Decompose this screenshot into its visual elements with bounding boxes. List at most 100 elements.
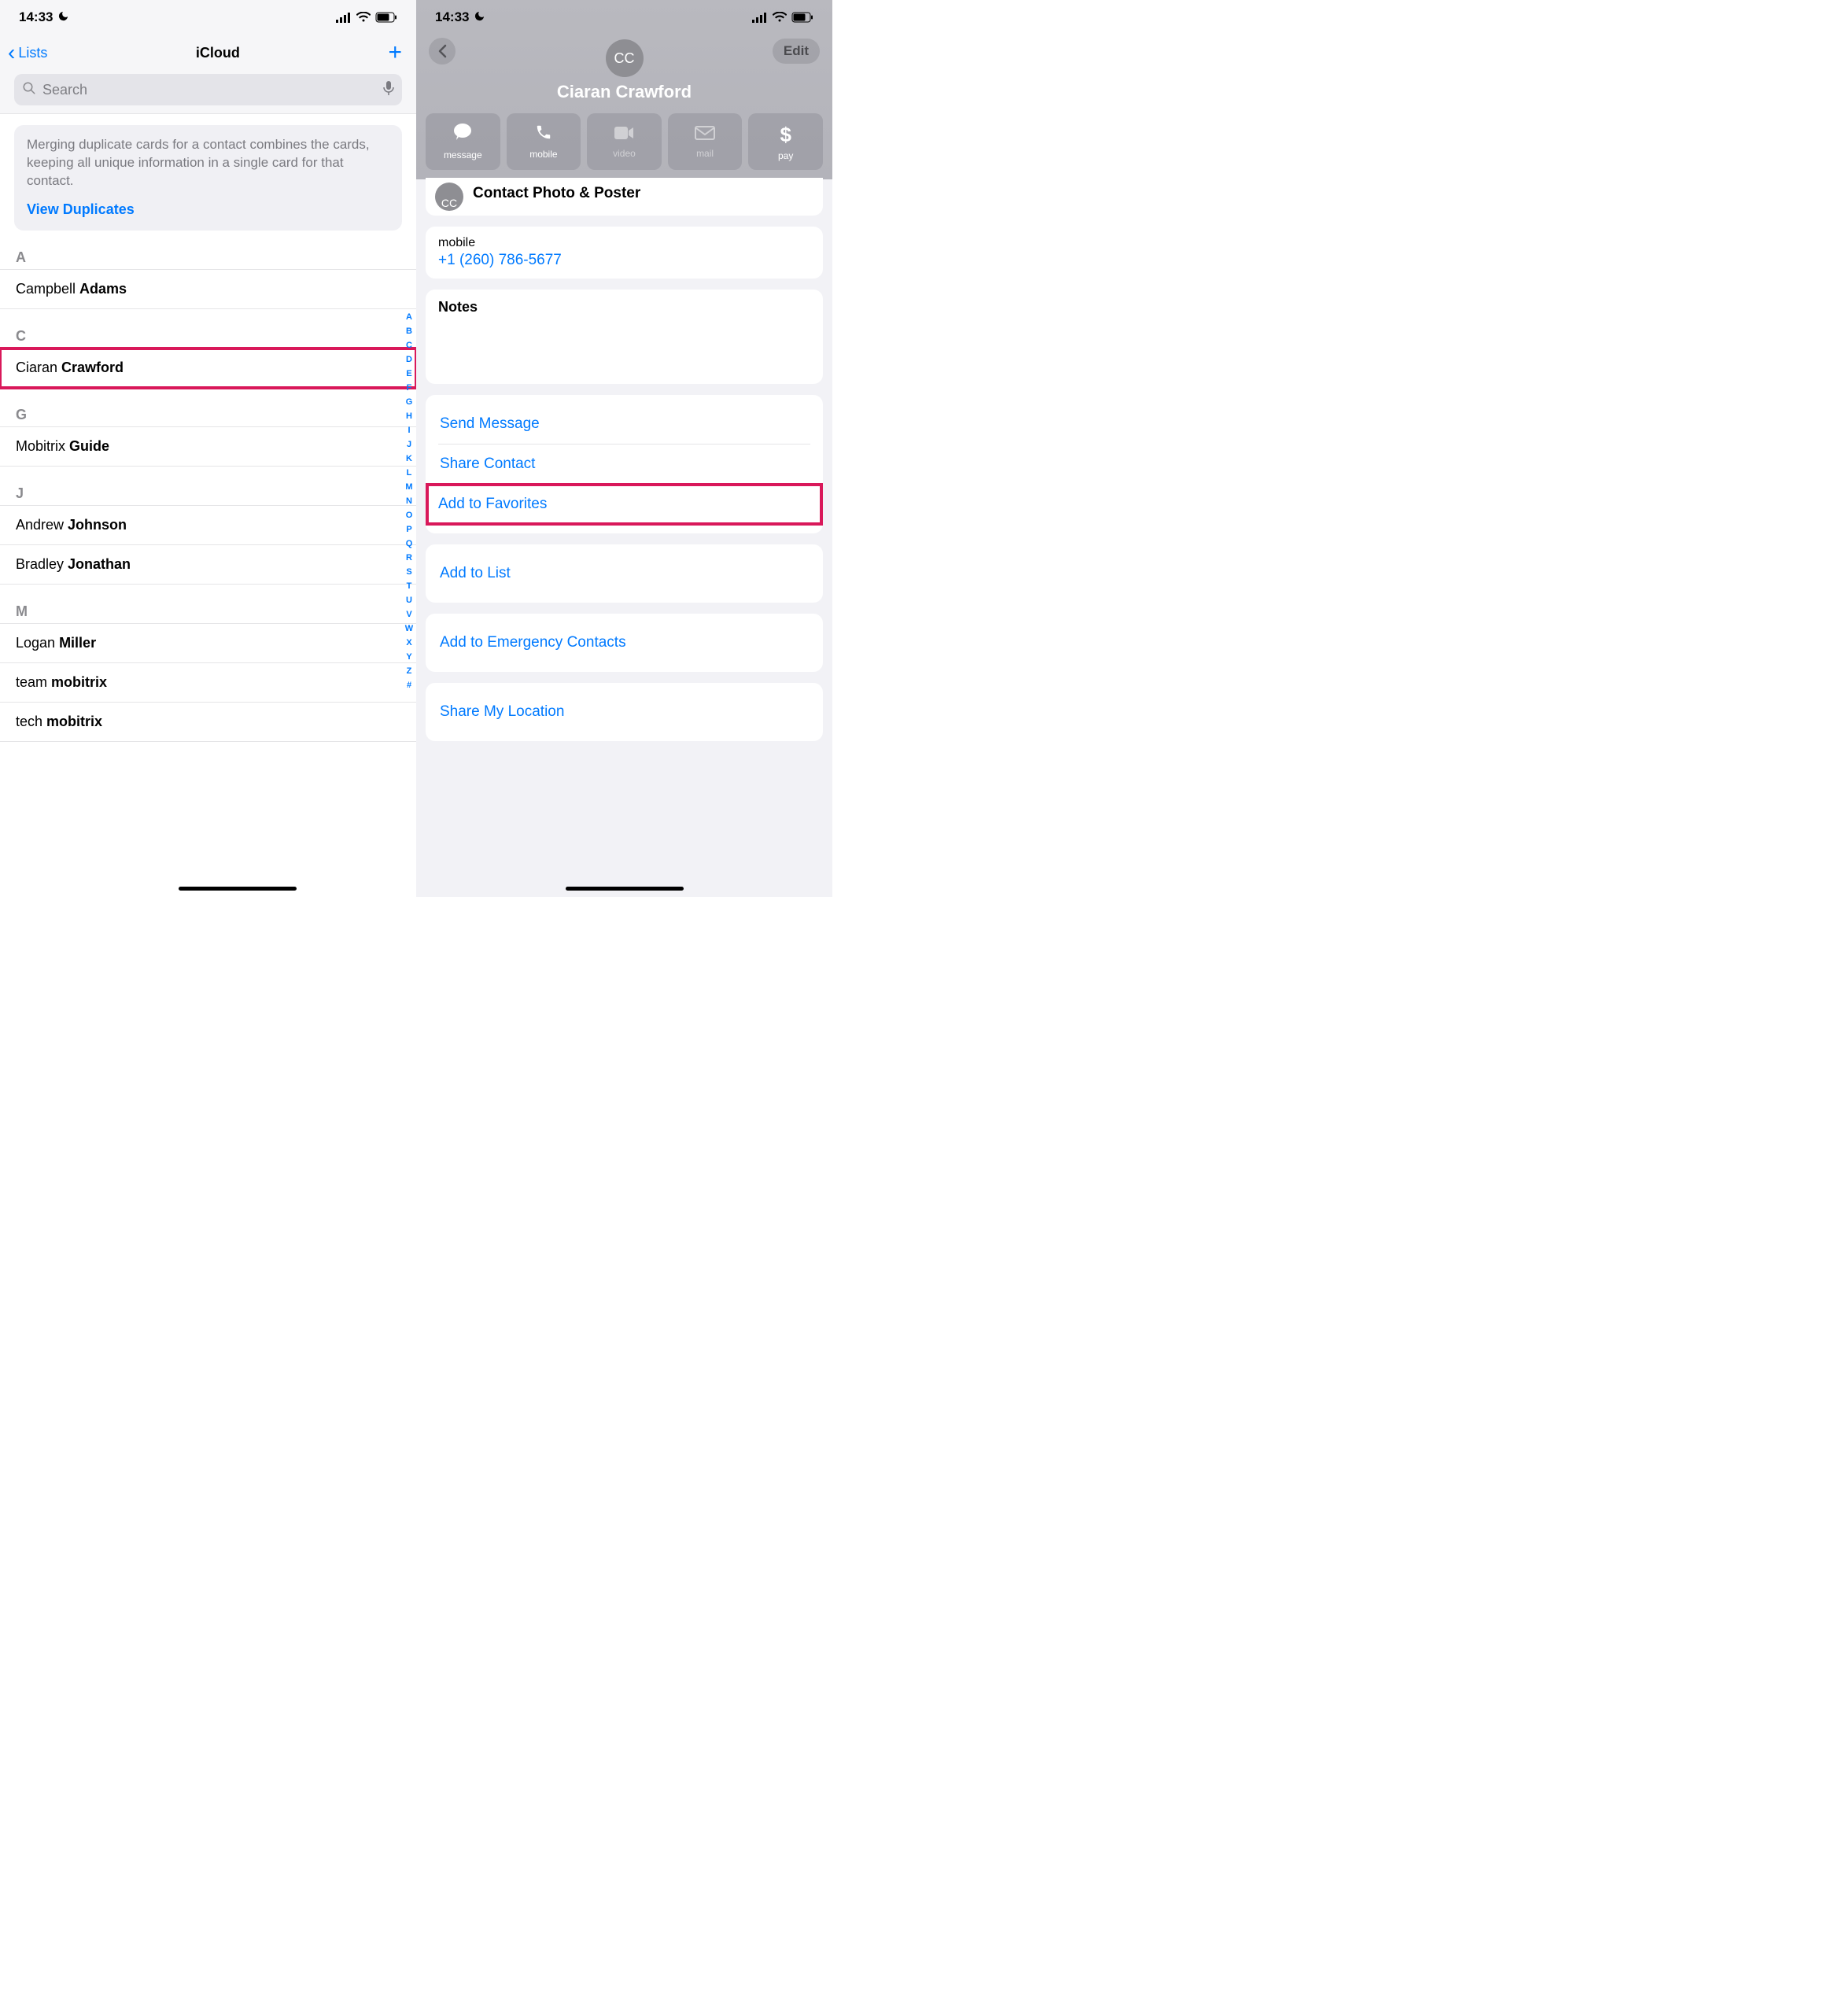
do-not-disturb-icon — [474, 10, 485, 25]
index-letter[interactable]: Z — [404, 664, 415, 678]
index-letter[interactable]: Q — [404, 537, 415, 551]
contact-first-name: Andrew — [16, 517, 68, 533]
index-letter[interactable]: M — [404, 480, 415, 494]
do-not-disturb-icon — [57, 10, 69, 25]
video-button: video — [587, 113, 662, 170]
index-letter[interactable]: V — [404, 607, 415, 622]
contact-last-name: mobitrix — [46, 714, 102, 729]
index-letter[interactable]: J — [404, 437, 415, 452]
contacts-list-screen: 14:33 ‹ Lists iCl — [0, 0, 416, 897]
message-icon — [452, 123, 473, 146]
chevron-left-icon: ‹ — [8, 40, 15, 65]
contact-row[interactable]: Ciaran Crawford — [0, 349, 416, 388]
contact-row[interactable]: Andrew Johnson — [0, 506, 416, 545]
action-label: video — [613, 148, 636, 159]
left-header: 14:33 ‹ Lists iCl — [0, 0, 416, 114]
home-indicator[interactable] — [179, 887, 297, 891]
index-letter[interactable]: T — [404, 579, 415, 593]
battery-icon — [791, 12, 813, 23]
contact-photo-poster-row[interactable]: CC Contact Photo & Poster — [426, 178, 823, 216]
section-header: A — [0, 242, 416, 270]
phone-card[interactable]: mobile +1 (260) 786-5677 — [426, 227, 823, 279]
contact-first-name: team — [16, 674, 51, 690]
section-header: C — [0, 320, 416, 349]
contact-last-name: Guide — [69, 438, 109, 454]
action-list-1: Send Message Share Contact Add to Favori… — [426, 395, 823, 533]
cellular-signal-icon — [752, 12, 768, 23]
action-label: mail — [696, 148, 714, 159]
contact-last-name: Crawford — [61, 360, 124, 375]
index-letter[interactable]: C — [404, 338, 415, 352]
index-letter[interactable]: W — [404, 622, 415, 636]
index-letter[interactable]: O — [404, 508, 415, 522]
contact-first-name: Campbell — [16, 281, 79, 297]
home-indicator[interactable] — [566, 887, 684, 891]
alphabet-index[interactable]: ABCDEFGHIJKLMNOPQRSTUVWXYZ# — [404, 310, 415, 692]
contact-first-name: Ciaran — [16, 360, 61, 375]
section-header: G — [0, 399, 416, 427]
index-letter[interactable]: R — [404, 551, 415, 565]
share-location-button[interactable]: Share My Location — [438, 692, 810, 732]
pay-button[interactable]: $ pay — [748, 113, 823, 170]
mail-icon — [695, 124, 715, 145]
phone-value[interactable]: +1 (260) 786-5677 — [438, 252, 810, 269]
wifi-icon — [356, 12, 371, 23]
page-title: iCloud — [196, 45, 240, 61]
index-letter[interactable]: H — [404, 409, 415, 423]
index-letter[interactable]: A — [404, 310, 415, 324]
contact-row[interactable]: Logan Miller — [0, 624, 416, 663]
contact-row[interactable]: Campbell Adams — [0, 270, 416, 309]
send-message-button[interactable]: Send Message — [438, 404, 810, 445]
mobile-button[interactable]: mobile — [507, 113, 581, 170]
index-letter[interactable]: E — [404, 367, 415, 381]
index-letter[interactable]: L — [404, 466, 415, 480]
add-to-emergency-button[interactable]: Add to Emergency Contacts — [438, 623, 810, 662]
contact-first-name: tech — [16, 714, 46, 729]
share-contact-button[interactable]: Share Contact — [438, 445, 810, 485]
index-letter[interactable]: D — [404, 352, 415, 367]
add-contact-button[interactable]: + — [388, 39, 402, 66]
add-to-list-button[interactable]: Add to List — [438, 554, 810, 593]
search-icon — [22, 81, 36, 99]
mail-button: mail — [668, 113, 743, 170]
notes-card[interactable]: Notes — [426, 290, 823, 384]
search-input[interactable]: Search — [14, 74, 402, 105]
microphone-icon[interactable] — [383, 80, 394, 100]
cellular-signal-icon — [336, 12, 352, 23]
status-time: 14:33 — [19, 9, 53, 25]
action-label: pay — [778, 150, 793, 161]
message-button[interactable]: message — [426, 113, 500, 170]
edit-button[interactable]: Edit — [773, 39, 820, 64]
action-label: mobile — [529, 149, 557, 160]
index-letter[interactable]: F — [404, 381, 415, 395]
back-button[interactable]: ‹ Lists — [8, 40, 47, 65]
index-letter[interactable]: # — [404, 678, 415, 692]
contact-last-name: Miller — [59, 635, 96, 651]
index-letter[interactable]: G — [404, 395, 415, 409]
back-button[interactable] — [429, 38, 456, 65]
index-letter[interactable]: K — [404, 452, 415, 466]
index-letter[interactable]: X — [404, 636, 415, 650]
contact-row[interactable]: tech mobitrix — [0, 703, 416, 742]
section-header: M — [0, 596, 416, 624]
view-duplicates-link[interactable]: View Duplicates — [27, 201, 389, 218]
index-letter[interactable]: Y — [404, 650, 415, 664]
index-letter[interactable]: N — [404, 494, 415, 508]
contact-first-name: Logan — [16, 635, 59, 651]
contact-header: 14:33 Edit — [416, 0, 832, 179]
index-letter[interactable]: I — [404, 423, 415, 437]
contact-row[interactable]: Bradley Jonathan — [0, 545, 416, 585]
contact-first-name: Bradley — [16, 556, 68, 572]
index-letter[interactable]: P — [404, 522, 415, 537]
index-letter[interactable]: S — [404, 565, 415, 579]
index-letter[interactable]: U — [404, 593, 415, 607]
contact-row[interactable]: Mobitrix Guide — [0, 427, 416, 467]
status-bar: 14:33 — [0, 0, 416, 35]
index-letter[interactable]: B — [404, 324, 415, 338]
add-to-favorites-button[interactable]: Add to Favorites — [427, 485, 821, 524]
contact-photo-poster-label: Contact Photo & Poster — [473, 185, 640, 202]
contact-row[interactable]: team mobitrix — [0, 663, 416, 703]
contact-last-name: mobitrix — [51, 674, 107, 690]
pay-icon: $ — [780, 123, 791, 147]
contact-name: Ciaran Crawford — [416, 82, 832, 102]
